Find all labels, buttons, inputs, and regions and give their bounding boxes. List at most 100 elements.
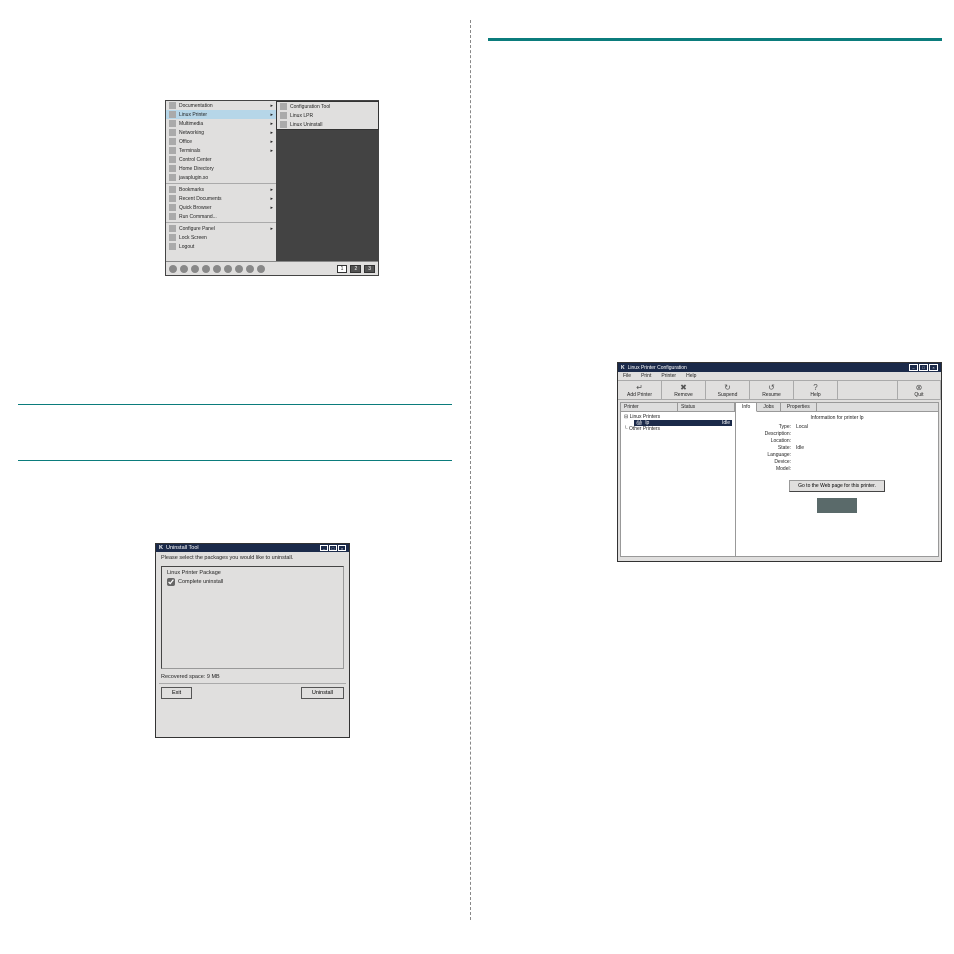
taskbar-icon[interactable] <box>191 265 199 273</box>
submenu-label: Linux Uninstall <box>290 122 323 128</box>
titlebar: KUninstall Tool – □ × <box>156 544 349 552</box>
controlcenter-icon <box>169 156 176 163</box>
pager-1[interactable]: 1 <box>337 265 348 273</box>
uninstall-footer: Exit Uninstall <box>156 684 349 702</box>
checkbox-icon[interactable] <box>167 578 175 586</box>
menu-item-label: Office <box>179 139 192 145</box>
taskbar-icon[interactable] <box>246 265 254 273</box>
submenu-item[interactable]: Configuration Tool <box>277 102 378 111</box>
exit-button[interactable]: Exit <box>161 687 192 699</box>
addprinter-icon: ↵ <box>618 382 661 392</box>
info-k: Location: <box>741 438 796 444</box>
pager-2[interactable]: 2 <box>350 265 361 273</box>
tab-jobs[interactable]: Jobs <box>757 403 781 411</box>
menu-item-linux-printer[interactable]: Linux Printer <box>166 110 276 119</box>
kde-icon: K <box>159 545 163 551</box>
resume-icon: ↺ <box>750 382 793 392</box>
tree-header: Printer Status <box>621 403 735 412</box>
toolbar: ↵Add Printer ✖Remove ↻Suspend ↺Resume ?H… <box>618 380 941 400</box>
lock-icon <box>169 234 176 241</box>
taskbar: 1 2 3 <box>166 261 378 275</box>
submenu: Configuration Tool Linux LPR Linux Unins… <box>276 101 379 130</box>
tool-icon <box>280 121 287 128</box>
info-k: Description: <box>741 431 796 437</box>
taskbar-icon[interactable] <box>180 265 188 273</box>
submenu-item[interactable]: Linux Uninstall <box>277 120 378 129</box>
btn-label: Quit <box>898 392 940 398</box>
info-v: Idle <box>796 445 804 451</box>
complete-uninstall-checkbox[interactable]: Complete uninstall <box>167 578 338 586</box>
minimize-icon[interactable]: – <box>909 364 918 371</box>
tab-info[interactable]: Info <box>736 403 757 412</box>
tool-icon <box>280 103 287 110</box>
home-icon <box>169 165 176 172</box>
menu-item-label: javaplugin.so <box>179 175 208 181</box>
taskbar-icon[interactable] <box>257 265 265 273</box>
center-dashed-divider <box>470 20 471 920</box>
go-webpage-button[interactable]: Go to the Web page for this printer. <box>789 480 885 492</box>
add-printer-button[interactable]: ↵Add Printer <box>618 381 662 399</box>
arrow-right-icon <box>270 121 273 127</box>
arrow-right-icon <box>270 130 273 136</box>
titlebar: KLinux Printer Configuration – □ × <box>618 363 941 372</box>
menu-item-label: Recent Documents <box>179 196 222 202</box>
recovered-space: Recovered space: 9 MB <box>156 671 349 683</box>
uninstall-tool-window: KUninstall Tool – □ × Please select the … <box>155 543 350 738</box>
btn-label: Remove <box>662 392 705 398</box>
arrow-right-icon <box>270 205 273 211</box>
menu-file[interactable]: File <box>623 373 631 379</box>
startmenu-screenshot: Documentation Linux Printer Multimedia N… <box>165 100 379 276</box>
menu-print[interactable]: Print <box>641 373 651 379</box>
pager-3[interactable]: 3 <box>364 265 375 273</box>
arrow-right-icon <box>270 196 273 202</box>
tab-properties[interactable]: Properties <box>781 403 817 411</box>
tree-other[interactable]: └ Other Printers <box>624 426 732 432</box>
minimize-icon[interactable]: – <box>320 545 328 551</box>
window-buttons: – □ × <box>909 364 938 371</box>
help-button[interactable]: ?Help <box>794 381 838 399</box>
hdr-status: Status <box>678 403 735 411</box>
menu-item-label: Home Directory <box>179 166 214 172</box>
tool-icon <box>280 112 287 119</box>
maximize-icon[interactable]: □ <box>919 364 928 371</box>
arrow-right-icon <box>270 112 273 118</box>
btn-label: Help <box>794 392 837 398</box>
menu-item-label: Lock Screen <box>179 235 207 241</box>
submenu-item[interactable]: Linux LPR <box>277 111 378 120</box>
folder-icon <box>169 138 176 145</box>
printer-config-window: KLinux Printer Configuration – □ × File … <box>617 362 942 562</box>
run-icon <box>169 213 176 220</box>
config-icon <box>169 225 176 232</box>
taskbar-icon[interactable] <box>235 265 243 273</box>
arrow-right-icon <box>270 139 273 145</box>
arrow-right-icon <box>270 226 273 232</box>
taskbar-icon[interactable] <box>169 265 177 273</box>
maximize-icon[interactable]: □ <box>329 545 337 551</box>
menu-dark-bg <box>276 119 378 261</box>
info-content: Information for printer lp Type:Local De… <box>736 412 938 516</box>
packages-panel: Linux Printer Package Complete uninstall <box>161 566 344 669</box>
uninstall-button[interactable]: Uninstall <box>301 687 344 699</box>
remove-button[interactable]: ✖Remove <box>662 381 706 399</box>
taskbar-icon[interactable] <box>213 265 221 273</box>
checkbox-label: Complete uninstall <box>178 579 223 585</box>
menu-item-label: Bookmarks <box>179 187 204 193</box>
menu-help[interactable]: Help <box>686 373 696 379</box>
tabs: Info Jobs Properties <box>736 403 938 412</box>
taskbar-icon[interactable] <box>224 265 232 273</box>
hdr-printer: Printer <box>621 403 678 411</box>
printer-tree[interactable]: ⊟ Linux Printers 🖨lp Idle └ Other Printe… <box>621 412 735 434</box>
uninstall-prompt: Please select the packages you would lik… <box>156 552 349 564</box>
linux-printer-logo <box>817 498 857 513</box>
package-group: Linux Printer Package <box>167 570 338 576</box>
menubar: File Print Printer Help <box>618 372 941 380</box>
close-icon[interactable]: × <box>929 364 938 371</box>
taskbar-icon[interactable] <box>202 265 210 273</box>
window-title: Linux Printer Configuration <box>628 365 687 371</box>
close-icon[interactable]: × <box>338 545 346 551</box>
file-icon <box>169 174 176 181</box>
quit-button[interactable]: ⊗Quit <box>897 381 941 399</box>
suspend-button[interactable]: ↻Suspend <box>706 381 750 399</box>
menu-printer[interactable]: Printer <box>661 373 676 379</box>
resume-button[interactable]: ↺Resume <box>750 381 794 399</box>
